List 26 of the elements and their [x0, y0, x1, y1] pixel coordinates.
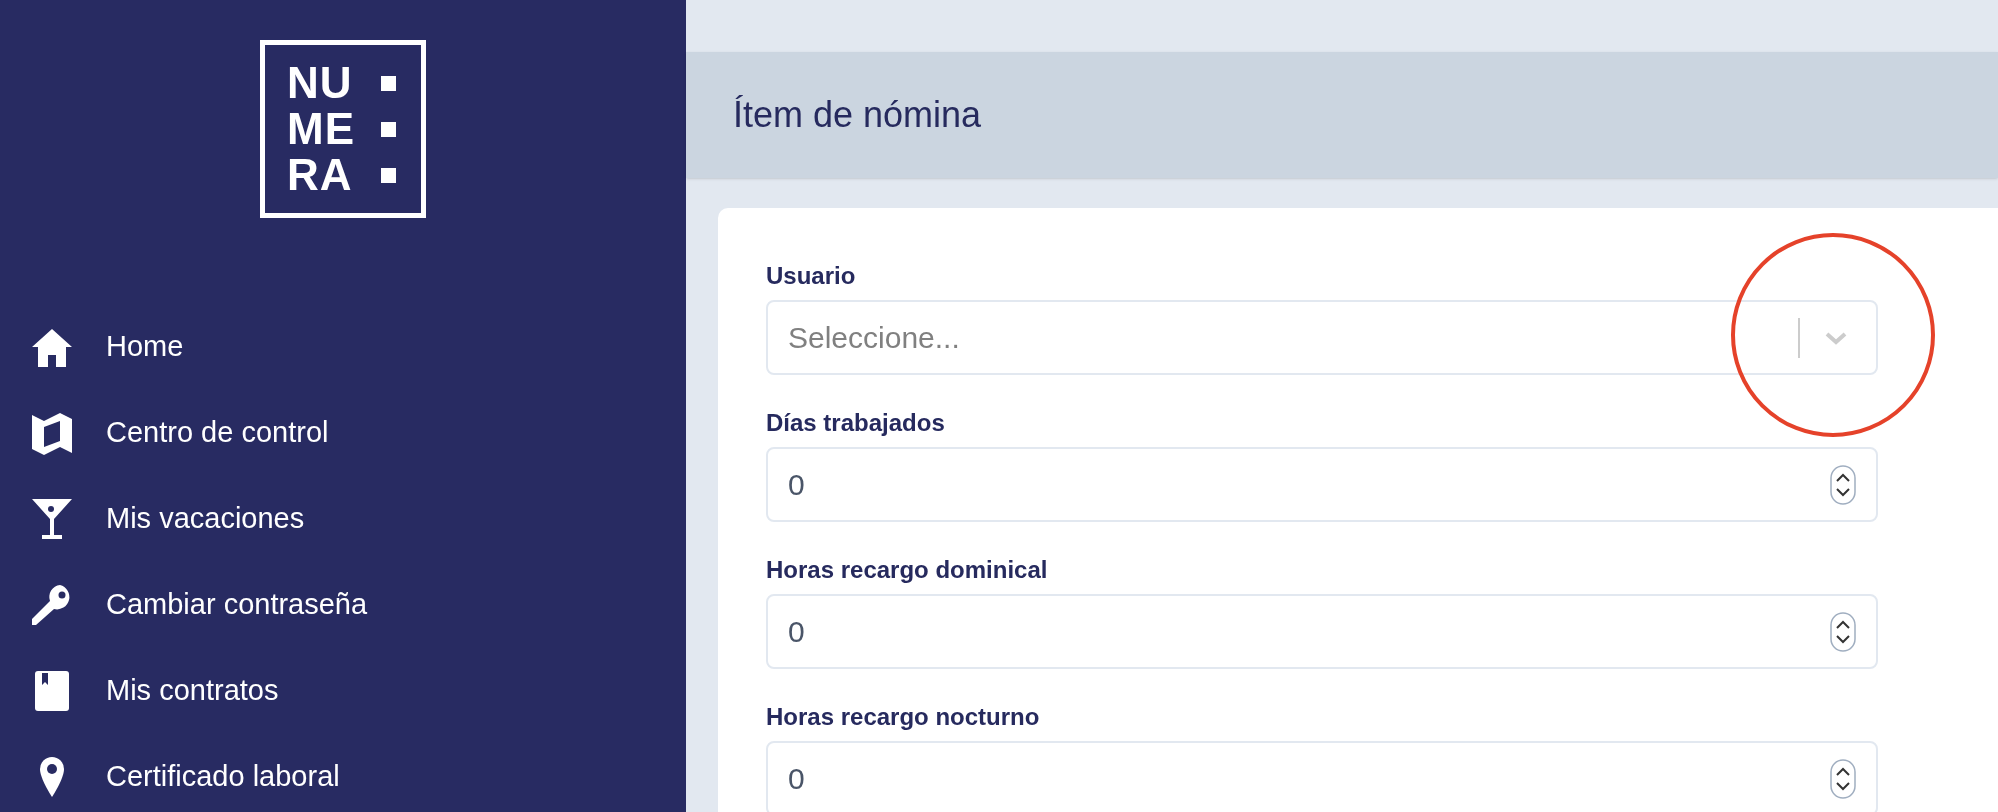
number-input[interactable]: 0: [766, 741, 1878, 812]
user-select[interactable]: Seleccione...: [766, 300, 1878, 375]
nav-item[interactable]: Centro de control: [0, 390, 686, 476]
logo-text: NU: [287, 61, 354, 105]
spinner-icon: [1830, 611, 1856, 652]
field-label: Horas recargo nocturno: [766, 702, 1041, 732]
cocktail-glass-icon: [30, 497, 74, 541]
logo-square-icon: [381, 121, 396, 137]
logo-text: ME: [287, 107, 356, 151]
spinner-icon: [1830, 464, 1856, 505]
number-input[interactable]: 0: [766, 447, 1878, 522]
field-label: Días trabajados: [766, 408, 946, 438]
field-label: Usuario: [766, 261, 857, 291]
spinner-icon: [1830, 758, 1856, 799]
nav-item[interactable]: Mis contratos: [0, 648, 686, 734]
map-icon: [30, 411, 74, 455]
number-input[interactable]: 0: [766, 594, 1878, 669]
nav-item[interactable]: Home: [0, 304, 686, 390]
logo-square-icon: [381, 167, 396, 183]
nav-item[interactable]: Cambiar contraseña: [0, 562, 686, 648]
page-title: Ítem de nómina: [733, 93, 982, 137]
nav-item[interactable]: Mis vacaciones: [0, 476, 686, 562]
field-label: Horas recargo dominical: [766, 555, 1049, 585]
nav-item[interactable]: Certificado laboral: [0, 734, 686, 812]
logo-square-icon: [381, 75, 396, 91]
logo-text: RA: [287, 153, 354, 197]
